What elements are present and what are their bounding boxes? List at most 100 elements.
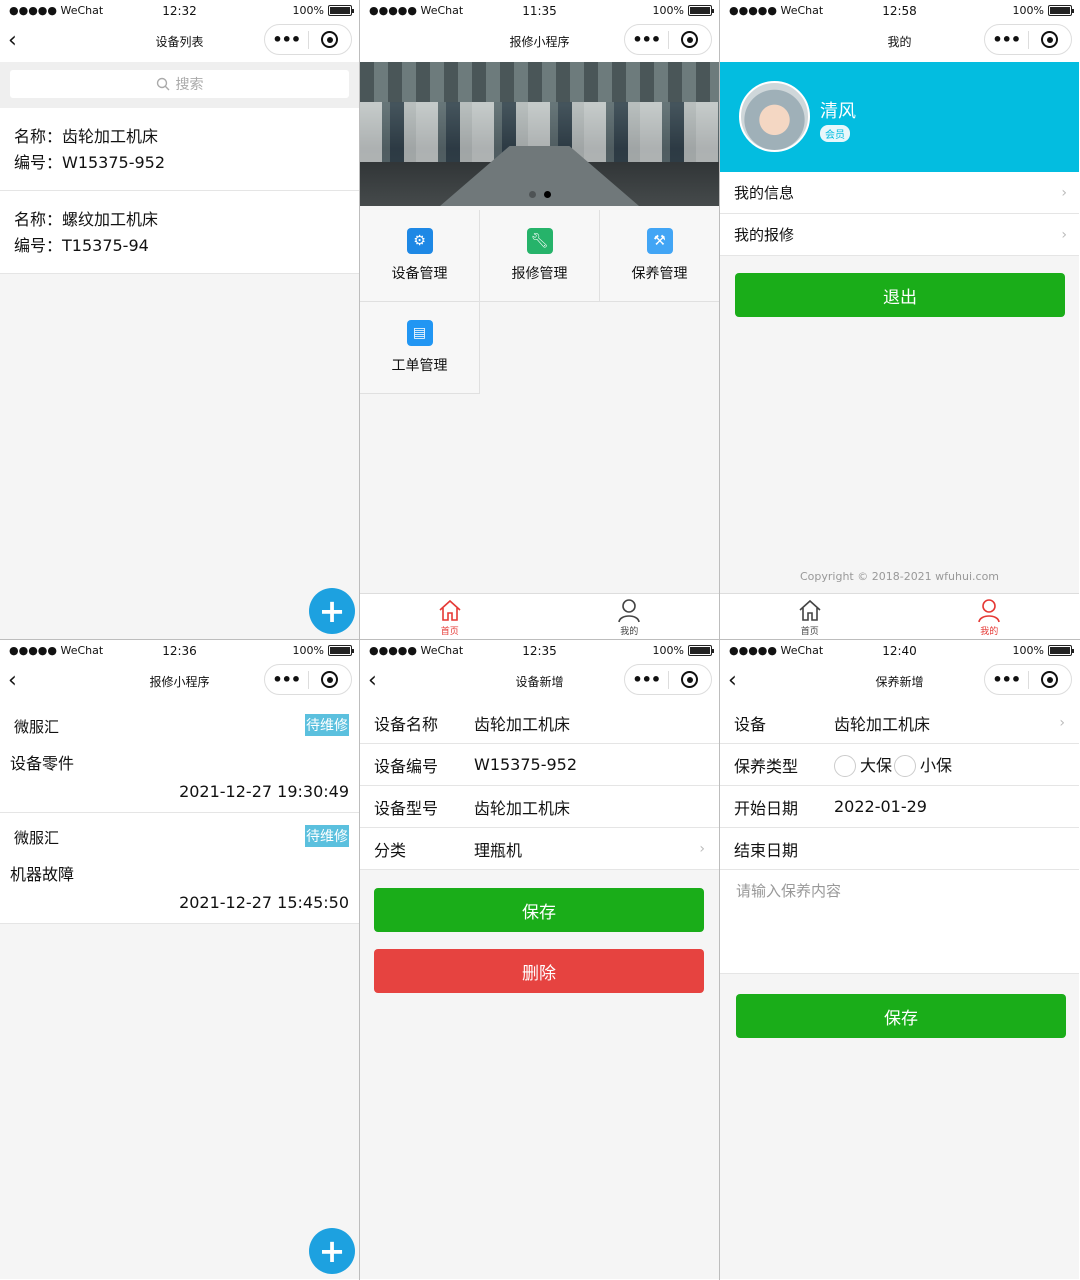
screenshot-grid: ●●●●● WeChat 12:32 100% ‹ 设备列表 ••• 搜索 名称… (0, 0, 1080, 1280)
capsule-menu: ••• (984, 24, 1072, 55)
my-info-row[interactable]: 我的信息 › (720, 172, 1079, 214)
status-badge: 待维修 (305, 825, 349, 847)
battery: 100% (1013, 644, 1074, 657)
battery-percent: 100% (292, 644, 324, 657)
factory-banner-image[interactable] (360, 62, 719, 206)
option-label: 小保 (920, 755, 953, 775)
search-input[interactable]: 搜索 (10, 70, 349, 98)
list-item[interactable]: 名称：螺纹加工机床 编号：T15375-94 (0, 191, 359, 274)
field-value[interactable]: 齿轮加工机床 (834, 711, 1079, 735)
function-menu: ⚙ 设备管理 🔧︎ 报修管理 ⚒ 保养管理 ▤ 工单管理 (360, 210, 719, 394)
close-miniprogram-icon[interactable] (308, 671, 351, 688)
more-icon[interactable]: ••• (985, 30, 1028, 49)
more-icon[interactable]: ••• (625, 670, 668, 689)
list-item[interactable]: 微服汇 待维修 机器故障 2021-12-27 15:45:50 (0, 813, 359, 924)
device-select[interactable]: 设备 齿轮加工机床 › (720, 702, 1079, 744)
carousel-dots[interactable] (360, 191, 719, 198)
start-date-picker[interactable]: 开始日期 2022-01-29 (720, 786, 1079, 828)
field-label: 设备名称 (374, 714, 439, 734)
add-device-button[interactable]: + (309, 588, 355, 634)
field-value[interactable]: 2022-01-29 (834, 797, 1079, 816)
order-source: 微服汇 (14, 718, 60, 736)
home-icon (799, 599, 821, 621)
tab-mine[interactable]: 我的 (900, 594, 1080, 639)
capsule-menu: ••• (264, 664, 352, 695)
list-item[interactable]: 名称：齿轮加工机床 编号：W15375-952 (0, 108, 359, 191)
chevron-right-icon: › (1061, 226, 1067, 243)
field-value[interactable]: W15375-952 (474, 755, 719, 774)
more-icon[interactable]: ••• (985, 670, 1028, 689)
menu-device-management[interactable]: ⚙ 设备管理 (360, 210, 480, 302)
close-miniprogram-icon[interactable] (1028, 31, 1071, 48)
my-repairs-row[interactable]: 我的报修 › (720, 214, 1079, 256)
device-list: 名称：齿轮加工机床 编号：W15375-952 名称：螺纹加工机床 编号：T15… (0, 108, 359, 274)
device-name-field[interactable]: 设备名称 齿轮加工机床 (360, 702, 719, 744)
menu-repair-management[interactable]: 🔧︎ 报修管理 (480, 210, 600, 302)
avatar[interactable] (739, 81, 810, 152)
more-icon[interactable]: ••• (265, 670, 308, 689)
battery-percent: 100% (652, 4, 684, 17)
battery-icon (328, 5, 354, 16)
list-item[interactable]: 微服汇 待维修 设备零件 2021-12-27 19:30:49 (0, 702, 359, 813)
device-code-field[interactable]: 设备编号 W15375-952 (360, 744, 719, 786)
chevron-right-icon: › (699, 840, 705, 857)
menu-label: 保养管理 (631, 266, 688, 282)
tab-label: 首页 (800, 627, 819, 637)
search-placeholder: 搜索 (175, 77, 204, 93)
logout-button[interactable]: 退出 (735, 273, 1065, 317)
radio-big-maintenance[interactable] (834, 755, 856, 778)
device-model-field[interactable]: 设备型号 齿轮加工机床 (360, 786, 719, 828)
tab-mine[interactable]: 我的 (540, 594, 720, 639)
order-time: 2021-12-27 19:30:49 (179, 782, 349, 801)
battery-percent: 100% (292, 4, 324, 17)
screen-home: ●●●●● WeChat 11:35 100% 报修小程序 ••• ⚙ 设备管理 (360, 0, 719, 639)
device-form: 设备名称 齿轮加工机床 设备编号 W15375-952 设备型号 齿轮加工机床 … (360, 702, 719, 870)
tab-bar: 首页 我的 (360, 593, 719, 639)
field-value[interactable]: 理瓶机 (474, 837, 719, 861)
close-miniprogram-icon[interactable] (668, 671, 711, 688)
close-miniprogram-icon[interactable] (1028, 671, 1071, 688)
add-repair-button[interactable]: + (309, 1228, 355, 1274)
row-label: 我的报修 (734, 226, 795, 244)
save-button[interactable]: 保存 (736, 994, 1066, 1038)
nav-bar: 我的 ••• (720, 22, 1079, 62)
device-code: 编号：W15375-952 (14, 153, 166, 172)
order-description: 设备零件 (10, 754, 75, 773)
battery: 100% (292, 644, 354, 657)
chevron-right-icon: › (1061, 184, 1067, 201)
menu-workorder-management[interactable]: ▤ 工单管理 (360, 302, 480, 394)
status-bar: ●●●●● WeChat 12:32 100% (0, 0, 359, 22)
device-code: 编号：T15375-94 (14, 236, 149, 255)
status-bar: ●●●●● WeChat 12:40 100% (720, 640, 1079, 662)
status-badge: 待维修 (305, 714, 349, 736)
menu-maintenance-management[interactable]: ⚒ 保养管理 (600, 210, 719, 302)
tab-home[interactable]: 首页 (720, 594, 900, 639)
delete-button[interactable]: 删除 (374, 949, 704, 993)
field-value[interactable]: 齿轮加工机床 (474, 795, 719, 819)
end-date-picker[interactable]: 结束日期 (720, 828, 1079, 870)
field-label: 设备编号 (374, 756, 439, 776)
menu-label: 设备管理 (391, 266, 448, 282)
nav-bar: ‹ 设备列表 ••• (0, 22, 359, 62)
battery-percent: 100% (1012, 4, 1044, 17)
profile-header: 清风 会员 (720, 62, 1079, 172)
close-miniprogram-icon[interactable] (668, 31, 711, 48)
more-icon[interactable]: ••• (625, 30, 668, 49)
save-button[interactable]: 保存 (374, 888, 704, 932)
tab-bar: 首页 我的 (720, 593, 1079, 639)
tab-home[interactable]: 首页 (360, 594, 540, 639)
screen-repair-orders: ●●●●● WeChat 12:36 100% ‹ 报修小程序 ••• 微服汇 … (0, 640, 359, 1279)
status-bar: ●●●●● WeChat 11:35 100% (360, 0, 719, 22)
order-description: 机器故障 (10, 865, 75, 884)
capsule-menu: ••• (984, 664, 1072, 695)
status-bar: ●●●●● WeChat 12:58 100% (720, 0, 1079, 22)
content-textarea[interactable]: 请输入保养内容 (720, 870, 1079, 974)
category-select[interactable]: 分类 理瓶机 › (360, 828, 719, 870)
more-icon[interactable]: ••• (265, 30, 308, 49)
close-miniprogram-icon[interactable] (308, 31, 351, 48)
radio-small-maintenance[interactable] (894, 755, 917, 778)
maintenance-icon: ⚒ (646, 228, 673, 254)
field-value[interactable]: 齿轮加工机床 (474, 711, 719, 735)
field-label: 开始日期 (734, 798, 799, 818)
user-icon (618, 599, 641, 623)
